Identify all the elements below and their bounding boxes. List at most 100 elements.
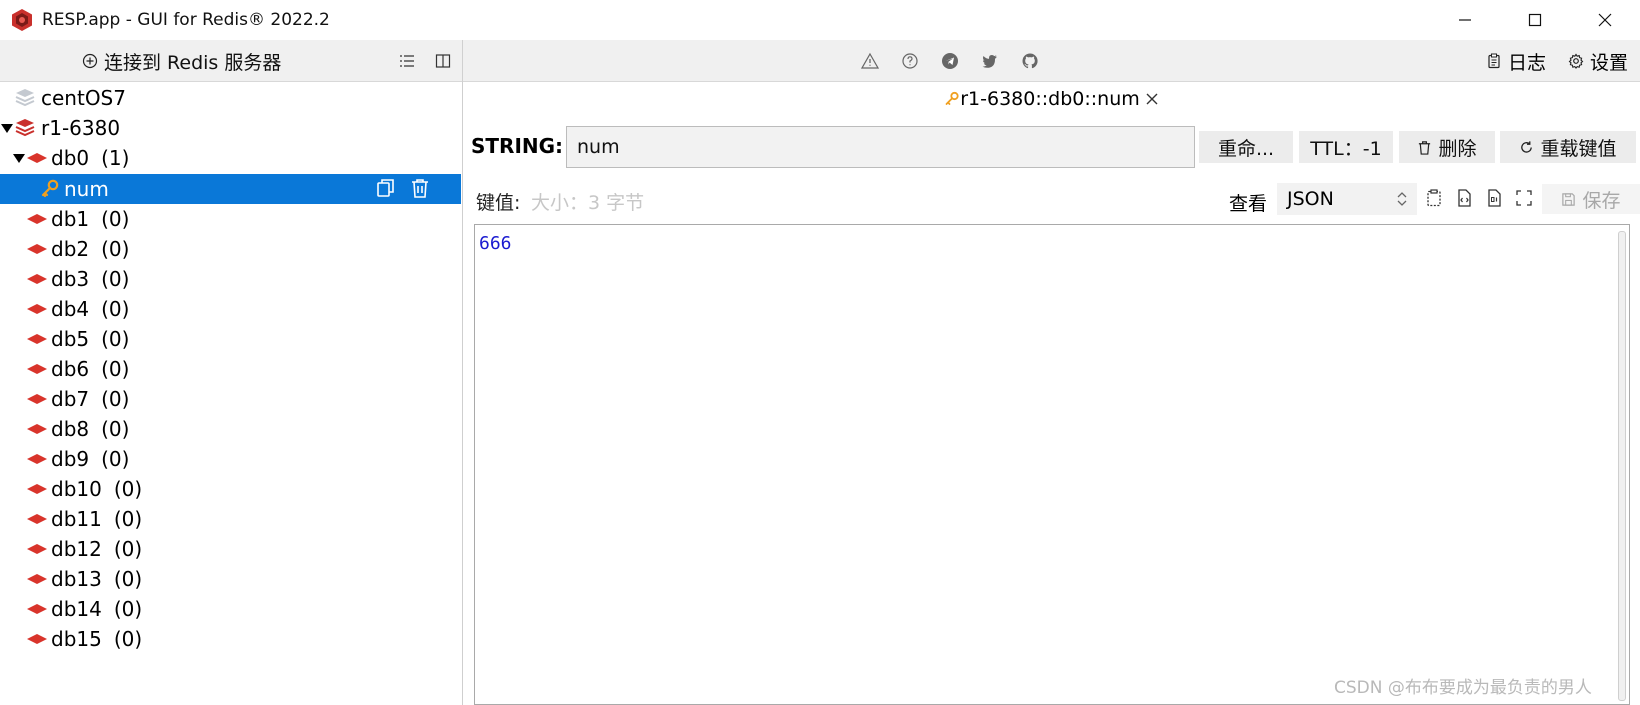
fullscreen-button[interactable] <box>1514 188 1534 208</box>
settings-button[interactable]: 设置 <box>1568 48 1628 75</box>
tree-db-db15[interactable]: db15 (0) <box>0 624 461 654</box>
gear-icon <box>1568 53 1584 69</box>
tree-db-count: (1) <box>101 146 130 170</box>
split-panel-icon <box>435 54 451 68</box>
tree-db-count: (0) <box>101 357 130 381</box>
tree-db-label: db0 <box>51 146 90 170</box>
tree-connection-r1-6380[interactable]: r1-6380 <box>0 113 461 143</box>
delete-key-button[interactable] <box>409 177 431 199</box>
tree-db-db14[interactable]: db14 (0) <box>0 594 461 624</box>
tree-db-label: db10 <box>51 477 102 501</box>
warning-button[interactable] <box>860 51 880 71</box>
log-button[interactable]: 日志 <box>1486 48 1546 75</box>
file-binary-icon <box>1488 189 1501 207</box>
database-icon <box>26 393 48 405</box>
tree-db-count: (0) <box>113 627 143 651</box>
tree-db-db1[interactable]: db1 (0) <box>0 204 461 234</box>
close-icon <box>1598 13 1612 27</box>
tree-db-db7[interactable]: db7 (0) <box>0 384 461 414</box>
close-tab-icon[interactable] <box>1144 91 1160 107</box>
minimize-icon <box>1459 19 1471 21</box>
view-mode-value: JSON <box>1287 188 1334 210</box>
help-button[interactable] <box>900 51 920 71</box>
delete-label: 删除 <box>1438 137 1477 160</box>
key-tab[interactable]: r1-6380::db0::num <box>464 86 1640 112</box>
rename-button[interactable]: 重命... <box>1199 131 1293 163</box>
github-button[interactable] <box>1020 51 1040 71</box>
twitter-icon <box>982 55 997 68</box>
twitter-button[interactable] <box>980 51 1000 71</box>
copy-icon <box>377 179 394 197</box>
value-content: 666 <box>479 233 512 254</box>
split-panel-button[interactable] <box>434 52 452 70</box>
window-controls <box>1430 0 1640 40</box>
delete-button[interactable]: 删除 <box>1399 131 1495 163</box>
reload-button[interactable]: 重载键值 <box>1500 131 1636 163</box>
tree-key-label: num <box>64 177 109 201</box>
save-label: 保存 <box>1582 189 1621 212</box>
tree-db-db12[interactable]: db12 (0) <box>0 534 461 564</box>
watermark-text: CSDN @布布要成为最负责的男人 <box>1334 678 1592 698</box>
connect-redis-button[interactable]: 连接到 Redis 服务器 <box>82 46 281 76</box>
tree-db-label: db7 <box>51 387 90 411</box>
tree-db-count: (0) <box>101 207 130 231</box>
tree-db-db13[interactable]: db13 (0) <box>0 564 461 594</box>
tree-db-db11[interactable]: db11 (0) <box>0 504 461 534</box>
key-name-input[interactable]: num <box>566 126 1195 168</box>
telegram-button[interactable] <box>940 51 960 71</box>
title-bar: RESP.app - GUI for Redis® 2022.2 <box>0 0 1640 40</box>
value-editor[interactable]: 666 <box>474 224 1630 705</box>
tree-db-label: db6 <box>51 357 90 381</box>
tree-db-label: db12 <box>51 537 102 561</box>
tree-db-db4[interactable]: db4 (0) <box>0 294 461 324</box>
connection-tree: centOS7 r1-6380 db0 (1) num db1 (0) db2 … <box>0 82 463 705</box>
expand-arrow-icon[interactable] <box>0 121 14 135</box>
view-mode-label: 查看 <box>1229 193 1268 215</box>
value-label: 键值: <box>476 192 521 214</box>
tree-db-db6[interactable]: db6 (0) <box>0 354 461 384</box>
database-icon <box>26 453 48 465</box>
tree-db-db5[interactable]: db5 (0) <box>0 324 461 354</box>
value-size-label: 大小：3 字节 <box>531 192 645 214</box>
clipboard-log-icon <box>1488 53 1500 69</box>
tree-db-db10[interactable]: db10 (0) <box>0 474 461 504</box>
export-value-button[interactable] <box>1454 188 1474 208</box>
ttl-button[interactable]: TTL：-1 <box>1299 131 1393 163</box>
copy-key-button[interactable] <box>375 177 397 199</box>
database-icon <box>26 633 48 645</box>
help-icon <box>902 53 918 69</box>
tree-db-count: (0) <box>101 417 130 441</box>
tree-db-label: db3 <box>51 267 90 291</box>
tree-db-count: (0) <box>113 597 143 621</box>
tree-db-db0[interactable]: db0 (1) <box>0 143 461 173</box>
expand-arrow-icon[interactable] <box>12 151 26 165</box>
binary-value-button[interactable] <box>1484 188 1504 208</box>
tree-key-num[interactable]: num <box>0 174 461 204</box>
tree-db-label: db4 <box>51 297 90 321</box>
database-icon <box>26 303 48 315</box>
tree-db-label: db9 <box>51 447 90 471</box>
file-code-icon <box>1458 189 1471 207</box>
tree-db-db9[interactable]: db9 (0) <box>0 444 461 474</box>
editor-scrollbar[interactable] <box>1618 231 1626 701</box>
log-label: 日志 <box>1507 51 1546 74</box>
tree-db-db3[interactable]: db3 (0) <box>0 264 461 294</box>
database-icon <box>26 152 48 164</box>
view-mode-select[interactable]: JSON <box>1277 183 1417 215</box>
database-icon <box>26 213 48 225</box>
tree-db-db8[interactable]: db8 (0) <box>0 414 461 444</box>
minimize-button[interactable] <box>1430 0 1500 40</box>
database-icon <box>26 483 48 495</box>
database-icon <box>26 333 48 345</box>
app-logo-icon <box>10 8 34 32</box>
save-button[interactable]: 保存 <box>1542 184 1640 214</box>
maximize-button[interactable] <box>1500 0 1570 40</box>
tree-db-count: (0) <box>101 387 130 411</box>
tree-db-count: (0) <box>101 297 130 321</box>
close-window-button[interactable] <box>1570 0 1640 40</box>
copy-value-button[interactable] <box>1424 188 1444 208</box>
connections-toolbar: 连接到 Redis 服务器 <box>0 40 463 82</box>
tree-connection-centos7[interactable]: centOS7 <box>0 83 461 113</box>
tree-db-db2[interactable]: db2 (0) <box>0 234 461 264</box>
list-view-button[interactable] <box>398 52 416 70</box>
